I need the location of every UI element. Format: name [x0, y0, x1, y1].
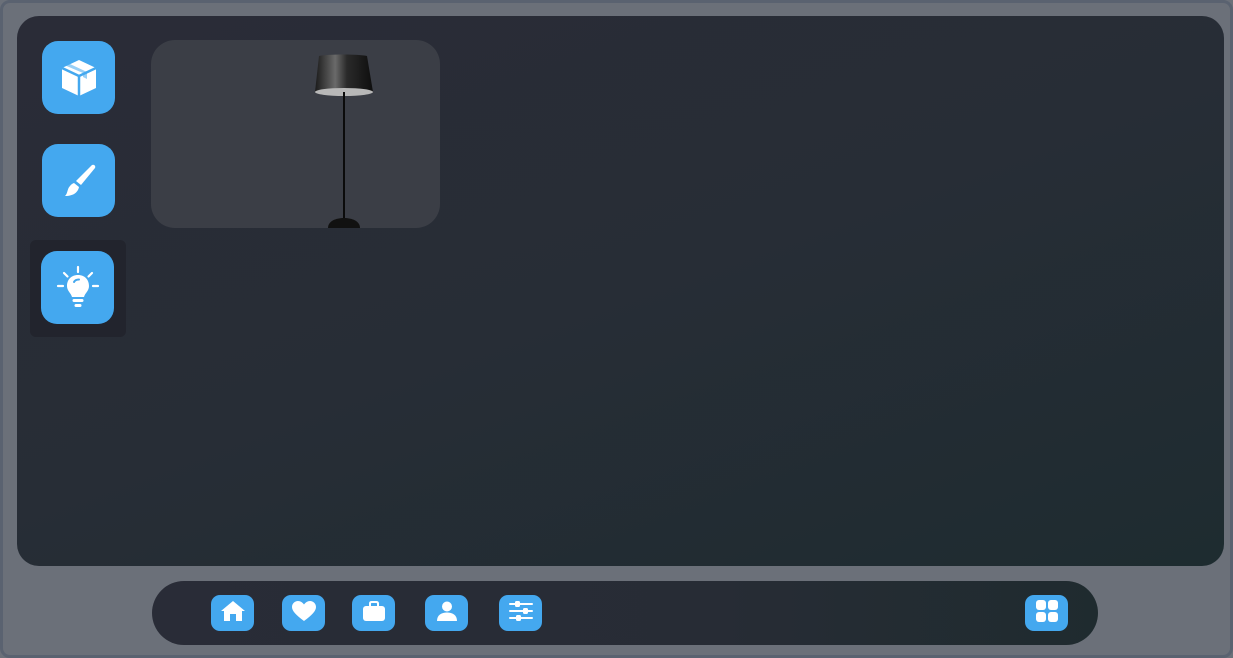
app-window [0, 0, 1233, 658]
nav-profile-button[interactable] [425, 595, 468, 631]
user-icon [433, 599, 461, 627]
box-icon [56, 55, 102, 101]
lightbulb-icon [54, 264, 102, 312]
paintbrush-icon [57, 159, 101, 203]
tool-paint-button[interactable] [42, 144, 115, 217]
catalog-item-card[interactable] [151, 40, 440, 228]
nav-favorites-button[interactable] [282, 595, 325, 631]
heart-icon [290, 599, 318, 627]
tool-box-button[interactable] [42, 41, 115, 114]
nav-home-button[interactable] [211, 595, 254, 631]
grid-icon [1033, 598, 1061, 628]
floor-lamp-image [151, 54, 440, 228]
sliders-icon [507, 599, 535, 627]
home-icon [219, 599, 247, 627]
nav-settings-button[interactable] [499, 595, 542, 631]
tool-lighting-button[interactable] [41, 251, 114, 324]
grid-menu-button[interactable] [1025, 595, 1068, 631]
briefcase-icon [360, 599, 388, 627]
nav-bag-button[interactable] [352, 595, 395, 631]
